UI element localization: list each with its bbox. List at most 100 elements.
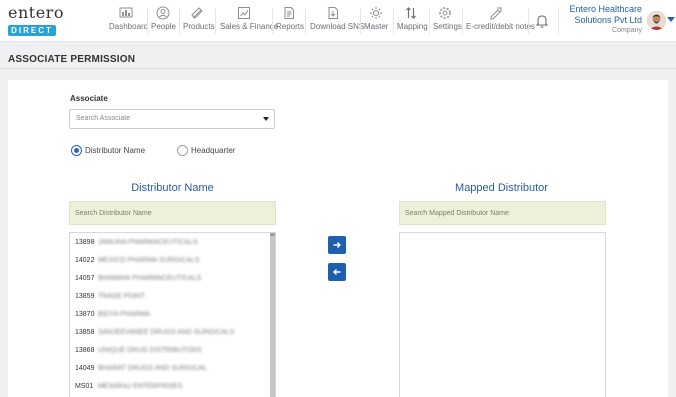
distributor-code: MS01 [75, 383, 94, 390]
radio-headquarter[interactable] [177, 145, 188, 156]
reports-icon [276, 6, 301, 20]
nav-settings-label: Settings [433, 22, 462, 31]
move-right-button[interactable] [328, 236, 346, 254]
notification-bell-icon[interactable] [535, 13, 549, 29]
distributor-code: 13859 [75, 293, 95, 300]
nav-divider [305, 8, 306, 34]
radio-headquarter-label[interactable]: Headquarter [191, 146, 235, 155]
nav-mapping[interactable]: Mapping [397, 6, 428, 36]
distributor-name: BHAWANI PHARMACEUTICALS [97, 275, 202, 282]
user-role: Company [612, 27, 642, 34]
list-item[interactable]: 13868 UNIQUE DRUG DISTRIBUTORS [75, 347, 202, 359]
nav-divider [147, 8, 148, 34]
mapped-distributor-list[interactable] [399, 232, 606, 397]
nav-settings[interactable]: Settings [433, 6, 462, 36]
logo-wordmark: entero [8, 3, 64, 22]
mapped-distributor-heading: Mapped Distributor [455, 182, 548, 194]
title-divider [0, 68, 676, 69]
list-item[interactable]: 13859 TRADE POINT [75, 293, 145, 305]
distributor-name: MEXICO PHARMA SURGICALS [97, 257, 200, 264]
radio-distributor-name[interactable] [71, 145, 82, 156]
nav-dashboard[interactable]: Dashboard [109, 6, 149, 36]
distributor-code: 13858 [75, 329, 95, 336]
distributor-code: 14022 [75, 257, 95, 264]
arrow-right-icon [333, 242, 341, 248]
list-item[interactable]: 14057 BHAWANI PHARMACEUTICALS [75, 275, 201, 287]
nav-e-credit-debit-notes-label: E-credit/debit notes [466, 22, 535, 31]
move-left-button[interactable] [328, 263, 346, 281]
nav-products-label: Products [183, 22, 215, 31]
nav-divider [215, 8, 216, 34]
associate-label: Associate [70, 94, 108, 103]
master-icon [364, 6, 388, 20]
mapping-arrows-icon [397, 6, 425, 20]
sales-finance-icon [220, 6, 268, 20]
list-item[interactable]: 13870 BIDYA PHARMA [75, 311, 150, 323]
nav-sales-finance-label: Sales & Finance [220, 22, 279, 31]
nav-reports[interactable]: Reports [276, 6, 305, 36]
distributor-list[interactable]: 13898 JAMUNA PHARMACEUTICALS 14022 MEXIC… [69, 232, 276, 397]
person-icon [151, 6, 175, 20]
user-menu-caret-icon[interactable] [667, 17, 675, 22]
nav-sales-finance[interactable]: Sales & Finance [220, 6, 279, 36]
entero-direct-logo[interactable]: entero DIRECT [8, 3, 64, 38]
distributor-name: JAMUNA PHARMACEUTICALS [97, 239, 198, 246]
nav-people[interactable]: People [151, 6, 176, 36]
nav-divider [558, 8, 559, 34]
list-item[interactable]: 14022 MEXICO PHARMA SURGICALS [75, 257, 199, 269]
nav-e-credit-debit-notes[interactable]: E-credit/debit notes [466, 6, 535, 36]
nav-mapping-label: Mapping [397, 22, 428, 31]
company-name-line2: Solutions Pvt Ltd [574, 15, 642, 25]
distributor-code: 13868 [75, 347, 95, 354]
nav-master-label: Master [364, 22, 389, 31]
mapped-distributor-search-input[interactable]: Search Mapped Distributor Name [399, 201, 606, 225]
nav-divider [429, 8, 430, 34]
nav-divider [528, 8, 529, 34]
notes-icon [466, 6, 526, 20]
distributor-search-input[interactable]: Search Distributor Name [69, 201, 276, 225]
distributor-name: MESARAJ ENTERPRISES [97, 383, 183, 390]
list-item[interactable]: MS01 MESARAJ ENTERPRISES [75, 383, 182, 395]
distributor-code: 14049 [75, 365, 95, 372]
nav-master[interactable]: Master [364, 6, 388, 36]
distributor-name: UNIQUE DRUG DISTRIBUTORS [97, 347, 202, 354]
arrow-left-icon [333, 269, 341, 275]
download-icon [310, 6, 356, 20]
company-name-line1: Entero Healthcare [569, 4, 642, 14]
avatar[interactable] [647, 11, 666, 30]
nav-divider [272, 8, 273, 34]
distributor-search-placeholder: Search Distributor Name [75, 210, 152, 217]
list-item[interactable]: 13898 JAMUNA PHARMACEUTICALS [75, 239, 198, 251]
nav-reports-label: Reports [276, 22, 305, 31]
list-scrollbar[interactable] [270, 233, 275, 397]
distributor-name-heading: Distributor Name [131, 182, 214, 194]
radio-distributor-name-label[interactable]: Distributor Name [85, 146, 145, 155]
nav-divider [393, 8, 394, 34]
chevron-down-icon [263, 117, 269, 121]
distributor-code: 13898 [75, 239, 95, 246]
top-navigation-bar: entero DIRECT Dashboard People Products … [0, 0, 676, 42]
distributor-name: SANJEEVANEE DRUGS AND SURGICALS [97, 329, 235, 336]
products-icon [183, 6, 211, 20]
dashboard-icon [109, 6, 143, 20]
gear-icon [433, 6, 457, 20]
nav-download-sns-label: Download SNS [310, 22, 365, 31]
nav-products[interactable]: Products [183, 6, 215, 36]
nav-divider [462, 8, 463, 34]
list-item[interactable]: 13858 SANJEEVANEE DRUGS AND SURGICALS [75, 329, 234, 341]
associate-select[interactable]: Search Associate [69, 109, 275, 129]
scrollbar-thumb[interactable] [270, 236, 275, 397]
distributor-name: TRADE POINT [97, 293, 146, 300]
logo-subtitle: DIRECT [8, 25, 56, 36]
list-item[interactable]: 14049 BHARAT DRUGS AND SURGICAL [75, 365, 207, 377]
company-info[interactable]: Entero Healthcare Solutions Pvt Ltd Comp… [568, 4, 642, 36]
distributor-name: BIDYA PHARMA [97, 311, 150, 318]
nav-divider [179, 8, 180, 34]
nav-dashboard-label: Dashboard [109, 22, 149, 31]
page-title: ASSOCIATE PERMISSION [8, 54, 136, 65]
distributor-name: BHARAT DRUGS AND SURGICAL [97, 365, 207, 372]
nav-download-sns[interactable]: Download SNS [310, 6, 365, 36]
nav-divider [360, 8, 361, 34]
distributor-code: 13870 [75, 311, 95, 318]
mapped-distributor-search-placeholder: Search Mapped Distributor Name [405, 210, 509, 217]
